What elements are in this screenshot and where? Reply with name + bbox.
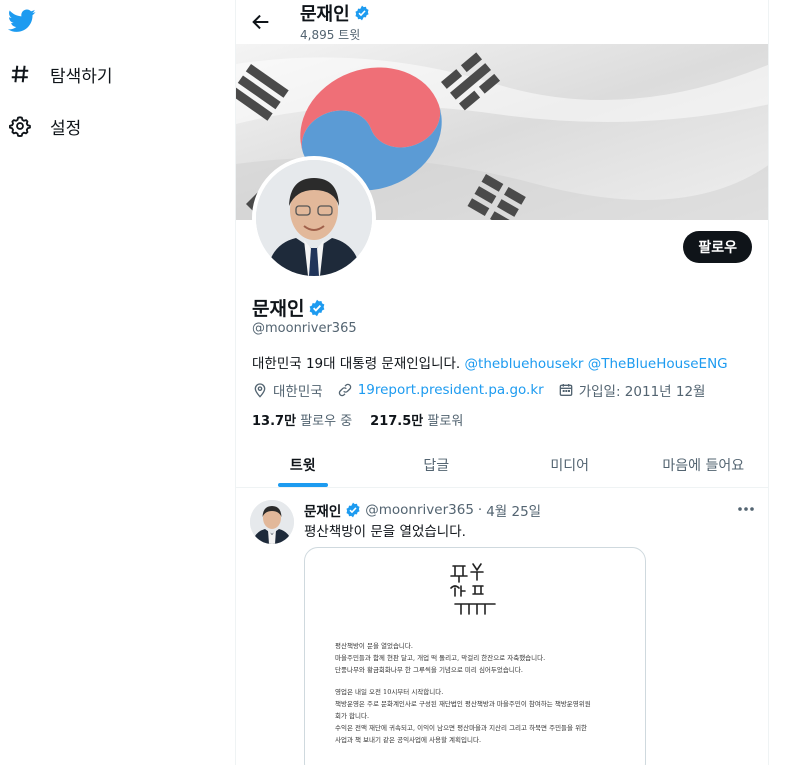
tab-tweets[interactable]: 트윗 xyxy=(236,442,370,487)
back-arrow-icon[interactable] xyxy=(250,11,272,33)
followers-link[interactable]: 217.5만 팔로워 xyxy=(370,410,463,429)
profile-name: 문재인 xyxy=(252,294,326,321)
verified-badge-icon xyxy=(308,299,326,317)
tweet-author-handle[interactable]: @moonriver365 xyxy=(365,502,474,518)
more-options-icon[interactable] xyxy=(736,501,756,517)
profile-tabs: 트윗 답글 미디어 마음에 들어요 xyxy=(236,442,769,488)
profile-bio: 대한민국 19대 대통령 문재인입니다. @thebluehousekr @Th… xyxy=(252,352,728,372)
joined-item: 가입일: 2011년 12월 xyxy=(558,380,706,400)
tweet-item[interactable]: 문재인 @moonriver365 · 4월 25일 평산책방이 문을 열었습니… xyxy=(236,489,768,765)
followers-label: 팔로워 xyxy=(427,414,464,429)
nav-item-explore[interactable]: 탐색하기 xyxy=(8,59,113,89)
nav-item-label: 탐색하기 xyxy=(50,66,113,87)
profile-meta: 대한민국 19report.president.pa.go.kr 가입일: 20… xyxy=(252,380,719,400)
website-item: 19report.president.pa.go.kr xyxy=(337,382,544,398)
gear-icon xyxy=(8,114,32,138)
profile-name-text: 문재인 xyxy=(252,298,305,320)
card-line xyxy=(335,676,635,686)
follow-stats: 13.7만 팔로우 중 217.5만 팔로워 xyxy=(252,410,481,429)
website-link[interactable]: 19report.president.pa.go.kr xyxy=(358,382,544,398)
bio-mention-link[interactable]: @thebluehousekr xyxy=(465,356,584,372)
location-pin-icon xyxy=(254,383,266,398)
tweet-author-name[interactable]: 문재인 xyxy=(304,500,341,520)
link-icon xyxy=(338,383,351,397)
profile-handle: @moonriver365 xyxy=(252,321,357,336)
tweet-header: 문재인 @moonriver365 · 4월 25일 xyxy=(304,500,541,520)
tweet-date[interactable]: 4월 25일 xyxy=(486,500,541,520)
tweet-avatar[interactable] xyxy=(250,500,294,544)
following-count: 13.7만 xyxy=(252,414,297,429)
verified-badge-icon xyxy=(345,502,361,518)
card-line: 영업은 내일 오전 10시부터 시작합니다. xyxy=(335,688,444,696)
joined-text: 가입일: 2011년 12월 xyxy=(578,384,706,400)
tweet-text: 평산책방이 문을 열었습니다. xyxy=(304,524,466,540)
tab-likes[interactable]: 마음에 들어요 xyxy=(637,442,769,487)
card-line: 단풍나무와 황금회화나무 한 그루씩을 기념으로 미리 심어두었습니다. xyxy=(335,666,523,674)
left-nav: 탐색하기 설정 xyxy=(0,0,236,765)
bio-mention-link[interactable]: @TheBlueHouseENG xyxy=(588,356,728,372)
header-name-text: 문재인 xyxy=(300,4,350,25)
profile-column: 문재인 4,895 트윗 팔로우 문재인 @moonriver365 대한민국 … xyxy=(235,0,769,765)
followers-count: 217.5만 xyxy=(370,414,424,429)
card-line: 수익은 전액 재단에 귀속되고, 이익이 남으면 평산마을과 지산리 그리고 하… xyxy=(335,724,588,732)
tweet-image[interactable]: 평산책방이 문을 열었습니다. 마을주민들과 함께 현판 달고, 개업 떡 돌리… xyxy=(304,547,646,765)
profile-avatar[interactable] xyxy=(252,156,376,280)
bookstore-logo xyxy=(450,563,496,615)
nav-item-label: 설정 xyxy=(50,118,82,139)
following-label: 팔로우 중 xyxy=(300,414,353,429)
card-line: 책방운영은 주로 문화계인사로 구성된 재단법인 평산책방과 마을주민이 참여하… xyxy=(335,700,591,708)
tweet-count: 4,895 트윗 xyxy=(300,28,361,42)
card-line: 사업과 책 보내기 같은 공익사업에 사용할 계획입니다. xyxy=(335,736,482,744)
verified-badge-icon xyxy=(354,5,370,21)
location-text: 대한민국 xyxy=(273,384,323,400)
card-line: 평산책방이 문을 열었습니다. xyxy=(335,642,413,650)
card-line: 마을주민들과 함께 현판 달고, 개업 떡 돌리고, 막걸리 한잔으로 자축했습… xyxy=(335,654,546,662)
location-item: 대한민국 xyxy=(252,380,323,400)
calendar-icon xyxy=(559,384,573,396)
tweet-image-text: 평산책방이 문을 열었습니다. 마을주민들과 함께 현판 달고, 개업 떡 돌리… xyxy=(335,640,635,746)
header-name: 문재인 xyxy=(300,0,370,26)
nav-item-settings[interactable]: 설정 xyxy=(8,111,81,141)
card-line: 회가 합니다. xyxy=(335,712,370,720)
tweet-separator: · xyxy=(477,502,483,518)
follow-button[interactable]: 팔로우 xyxy=(683,231,752,263)
tab-replies[interactable]: 답글 xyxy=(370,442,504,487)
twitter-logo-icon[interactable] xyxy=(7,9,36,33)
hashtag-icon xyxy=(8,62,32,86)
profile-header-bar: 문재인 4,895 트윗 xyxy=(236,0,768,44)
tab-media[interactable]: 미디어 xyxy=(503,442,637,487)
bio-text: 대한민국 19대 대통령 문재인입니다. xyxy=(252,356,461,372)
following-link[interactable]: 13.7만 팔로우 중 xyxy=(252,410,352,429)
